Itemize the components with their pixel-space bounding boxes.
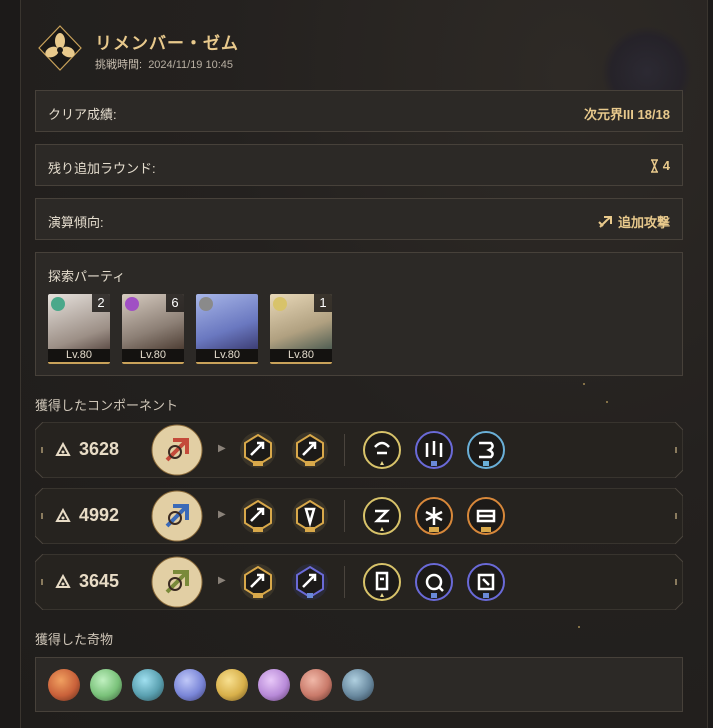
sparkle-decoration	[578, 626, 580, 628]
component-frame	[35, 554, 683, 610]
follow-up-component-icon[interactable]	[239, 431, 277, 469]
clear-result-row: クリア成績: 次元界III 18/18	[35, 90, 683, 132]
score-icon	[55, 507, 71, 522]
component-score: 3645	[55, 571, 119, 592]
main-component-icon[interactable]	[151, 424, 203, 476]
equation-icon[interactable]	[415, 431, 453, 469]
component-score-value: 3645	[79, 571, 120, 591]
curio-icon[interactable]	[300, 669, 332, 701]
character-level: Lv.80	[270, 349, 332, 364]
equation-icon[interactable]	[467, 431, 505, 469]
eidolon-badge: 6	[166, 294, 184, 312]
equation-icon[interactable]	[363, 497, 401, 535]
clear-result-label: クリア成績:	[48, 107, 117, 122]
clear-result-value: 次元界III 18/18	[584, 107, 670, 122]
component-score-value: 3628	[79, 439, 120, 459]
curio-icon[interactable]	[342, 669, 374, 701]
sparkle-decoration	[606, 401, 608, 403]
follow-up-component-icon[interactable]	[291, 563, 329, 601]
arrow-icon: ▶	[218, 443, 226, 454]
equation-icon[interactable]	[467, 563, 505, 601]
eidolon-badge: 1	[314, 294, 332, 312]
character-level: Lv.80	[196, 349, 258, 364]
component-frame	[35, 488, 683, 544]
curio-icon[interactable]	[174, 669, 206, 701]
calculation-tendency-row: 演算傾向: 追加攻撃	[35, 198, 683, 240]
separator	[344, 500, 345, 532]
curio-icon[interactable]	[258, 669, 290, 701]
calculation-tendency-label: 演算傾向:	[48, 215, 104, 230]
component-row-3: 3645 ▶	[35, 554, 683, 610]
page-title: リメンバー・ゼム	[95, 34, 239, 53]
header: リメンバー・ゼム 挑戦時間: 2024/11/19 10:45	[35, 24, 675, 74]
score-icon	[55, 441, 71, 456]
equation-icon[interactable]	[415, 497, 453, 535]
element-icon	[125, 297, 139, 311]
follow-up-component-icon[interactable]	[291, 497, 329, 535]
party-member-4[interactable]: 1 Lv.80	[270, 294, 332, 364]
component-row-2: 4992 ▶	[35, 488, 683, 544]
component-score: 4992	[55, 505, 119, 526]
element-icon	[273, 297, 287, 311]
party-member-1[interactable]: 2 Lv.80	[48, 294, 110, 364]
challenge-time-label: 挑戦時間:	[95, 59, 143, 71]
challenge-record-panel: リメンバー・ゼム 挑戦時間: 2024/11/19 10:45 クリア成績: 次…	[20, 0, 708, 728]
character-level: Lv.80	[48, 349, 110, 364]
equation-icon[interactable]	[363, 563, 401, 601]
calculation-tendency-value: 追加攻撃	[598, 212, 670, 231]
equation-icon[interactable]	[363, 431, 401, 469]
path-emblem-icon	[38, 25, 82, 71]
follow-up-attack-icon	[598, 216, 612, 228]
curio-icon[interactable]	[132, 669, 164, 701]
sparkle-decoration	[583, 383, 585, 385]
element-icon	[199, 297, 213, 311]
equation-icon[interactable]	[415, 563, 453, 601]
main-component-icon[interactable]	[151, 490, 203, 542]
remaining-rounds-label: 残り追加ラウンド:	[48, 161, 156, 176]
component-frame	[35, 422, 683, 478]
follow-up-component-icon[interactable]	[239, 497, 277, 535]
arrow-icon: ▶	[218, 575, 226, 586]
party-member-3[interactable]: Lv.80	[196, 294, 258, 364]
follow-up-component-icon[interactable]	[239, 563, 277, 601]
element-icon	[51, 297, 65, 311]
separator	[344, 434, 345, 466]
curio-icon[interactable]	[48, 669, 80, 701]
curio-icon[interactable]	[216, 669, 248, 701]
curio-icon[interactable]	[90, 669, 122, 701]
remaining-rounds-count: 4	[662, 158, 670, 173]
curios-panel	[35, 657, 683, 712]
score-icon	[55, 573, 71, 588]
calculation-tendency-text: 追加攻撃	[617, 215, 670, 230]
party-label: 探索パーティ	[48, 269, 126, 284]
eidolon-badge: 2	[92, 294, 110, 312]
character-level: Lv.80	[122, 349, 184, 364]
component-score-value: 4992	[79, 505, 120, 525]
party-members: 2 Lv.80 6 Lv.80 Lv.80 1 Lv.80	[48, 294, 332, 364]
components-title: 獲得したコンポーネント	[35, 398, 179, 413]
follow-up-component-icon[interactable]	[291, 431, 329, 469]
challenge-time-value: 2024/11/19 10:45	[148, 59, 234, 71]
component-row-1: 3628 ▶	[35, 422, 683, 478]
remaining-rounds-row: 残り追加ラウンド: 4	[35, 144, 683, 186]
exploration-party: 探索パーティ 2 Lv.80 6 Lv.80 Lv.80 1 Lv.80	[35, 252, 683, 376]
challenge-time: 挑戦時間: 2024/11/19 10:45	[95, 56, 233, 72]
party-member-2[interactable]: 6 Lv.80	[122, 294, 184, 364]
curios-title: 獲得した奇物	[35, 632, 114, 647]
remaining-rounds-value: 4	[650, 158, 670, 173]
main-component-icon[interactable]	[151, 556, 203, 608]
separator	[344, 566, 345, 598]
component-score: 3628	[55, 439, 119, 460]
curio-list	[48, 669, 374, 701]
arrow-icon: ▶	[218, 509, 226, 520]
hourglass-icon	[650, 158, 658, 173]
equation-icon[interactable]	[467, 497, 505, 535]
